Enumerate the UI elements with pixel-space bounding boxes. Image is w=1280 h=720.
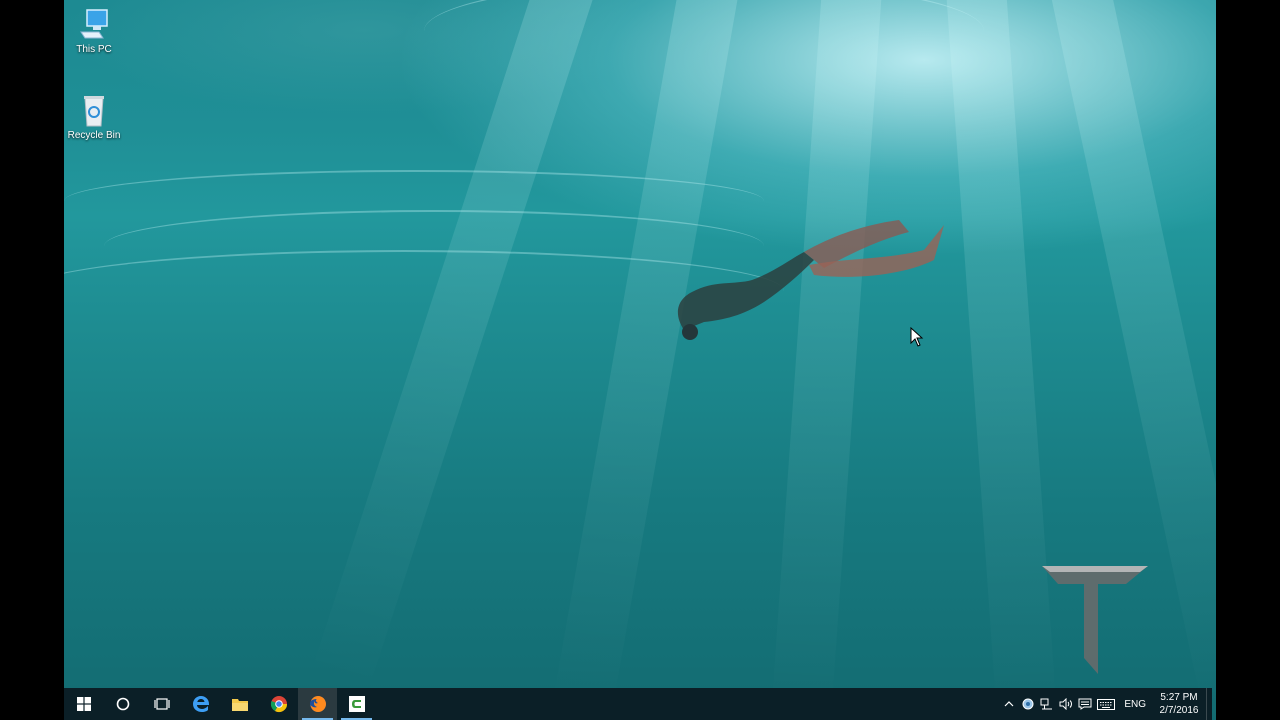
- recycle-bin-icon: [84, 96, 104, 127]
- edge-icon: [192, 696, 209, 712]
- camtasia-icon: [348, 696, 365, 712]
- chevron-up-icon: [1004, 701, 1014, 707]
- cortana-button[interactable]: [103, 688, 142, 720]
- chrome-icon: [270, 696, 287, 713]
- keyboard-icon: [1097, 698, 1116, 710]
- taskbar-edge[interactable]: [181, 688, 220, 720]
- notification-icon: [1078, 698, 1092, 710]
- firefox-icon: [309, 696, 326, 712]
- light-ray: [771, 0, 884, 720]
- desktop-icon-label: This PC: [76, 44, 112, 55]
- this-pc-icon: [80, 9, 108, 39]
- light-ray: [552, 0, 744, 714]
- speaker-icon: [1059, 698, 1072, 710]
- taskbar-camtasia[interactable]: [337, 688, 376, 720]
- clock[interactable]: 5:27 PM 2/7/2016: [1152, 691, 1206, 717]
- desktop-icon-label: Recycle Bin: [67, 130, 121, 141]
- clock-date: 2/7/2016: [1159, 705, 1199, 716]
- network-icon: [1040, 698, 1053, 710]
- folder-icon: [231, 698, 248, 711]
- input-language-indicator[interactable]: ENG: [1118, 699, 1152, 710]
- taskbar-file-explorer[interactable]: [220, 688, 259, 720]
- taskbar-chrome[interactable]: [259, 688, 298, 720]
- app-status-icon: [1022, 698, 1034, 710]
- windows-logo-icon: [76, 697, 91, 711]
- system-tray: ENG 5:27 PM 2/7/2016: [999, 688, 1212, 720]
- network-button[interactable]: [1037, 688, 1056, 720]
- mouse-cursor: [910, 327, 924, 347]
- show-hidden-icons-button[interactable]: [999, 688, 1018, 720]
- task-view-icon: [153, 698, 170, 710]
- volume-button[interactable]: [1056, 688, 1075, 720]
- start-button[interactable]: [64, 688, 103, 720]
- desktop-icon-this-pc[interactable]: This PC: [64, 8, 124, 55]
- desktop-icon-recycle-bin[interactable]: Recycle Bin: [64, 94, 124, 141]
- touch-keyboard-button[interactable]: [1094, 688, 1118, 720]
- light-ray: [310, 0, 603, 693]
- tray-app-button[interactable]: [1018, 688, 1037, 720]
- search-circle-icon: [116, 697, 129, 711]
- taskbar: ENG 5:27 PM 2/7/2016: [64, 688, 1212, 720]
- clock-time: 5:27 PM: [1160, 692, 1198, 703]
- freediver-figure: [677, 220, 944, 340]
- taskbar-firefox[interactable]: [298, 688, 337, 720]
- show-desktop-button[interactable]: [1206, 688, 1212, 720]
- task-view-button[interactable]: [142, 688, 181, 720]
- desktop-wallpaper: [64, 0, 1216, 720]
- logo-watermark: [1042, 566, 1148, 674]
- action-center-button[interactable]: [1075, 688, 1094, 720]
